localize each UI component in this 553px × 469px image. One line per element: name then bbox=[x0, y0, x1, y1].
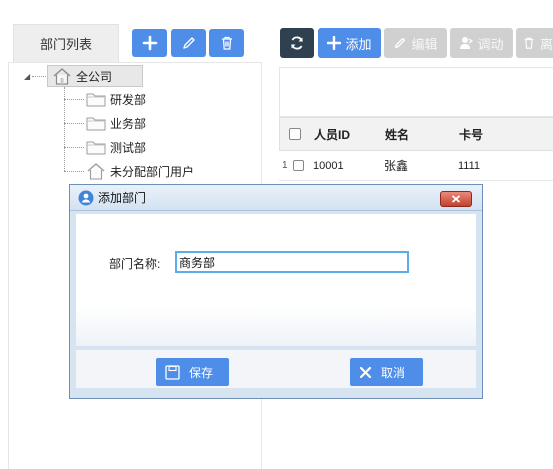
column-header[interactable]: 人员ID bbox=[314, 118, 350, 150]
dialog-title: 添加部门 bbox=[98, 191, 147, 205]
folder-icon bbox=[86, 141, 106, 155]
department-name-input[interactable] bbox=[175, 251, 409, 273]
save-icon bbox=[165, 364, 180, 380]
grid-header: 人员ID 姓名 卡号 bbox=[279, 117, 553, 151]
user-circle-icon bbox=[78, 190, 94, 205]
folder-icon bbox=[86, 93, 106, 107]
cancel-button[interactable]: 取消 bbox=[350, 358, 423, 386]
user-icon bbox=[460, 37, 474, 49]
checkbox-icon bbox=[289, 128, 301, 140]
column-header[interactable]: 卡号 bbox=[459, 118, 483, 150]
add-department-dialog: 添加部门 部门名称: 保存 取消 bbox=[69, 184, 483, 399]
cell-card-number: 1111 bbox=[458, 159, 481, 172]
home-icon bbox=[53, 68, 71, 85]
cell-user-id: 10001 bbox=[313, 159, 344, 172]
delete-department-button[interactable] bbox=[209, 29, 244, 57]
grid-filter-area bbox=[279, 67, 553, 117]
select-all-checkbox[interactable] bbox=[289, 118, 301, 150]
plus-icon bbox=[327, 36, 342, 50]
tab-department-list[interactable]: 部门列表 bbox=[13, 24, 119, 62]
home-icon bbox=[87, 163, 105, 180]
dialog-close-button[interactable] bbox=[440, 191, 472, 207]
pencil-icon bbox=[395, 37, 406, 49]
tree-node-dept[interactable]: 研发部 bbox=[86, 89, 146, 109]
dialog-body bbox=[76, 214, 476, 346]
edit-department-button[interactable] bbox=[171, 29, 206, 57]
refresh-icon bbox=[291, 36, 303, 50]
pencil-icon bbox=[182, 37, 195, 49]
trash-icon bbox=[221, 36, 232, 50]
column-header[interactable]: 姓名 bbox=[385, 118, 409, 150]
tree-node-unassigned[interactable]: 未分配部门用户 bbox=[86, 161, 194, 181]
trash-icon bbox=[524, 37, 534, 49]
tree-expander-icon[interactable]: ◢ bbox=[24, 72, 30, 81]
save-button[interactable]: 保存 bbox=[156, 358, 229, 386]
edit-user-button[interactable]: 编辑 bbox=[384, 28, 447, 58]
leave-user-button[interactable]: 离 bbox=[516, 28, 553, 58]
refresh-button[interactable] bbox=[280, 28, 314, 58]
cell-name: 张鑫 bbox=[384, 159, 409, 173]
add-user-button[interactable]: 添加 bbox=[318, 28, 381, 58]
close-icon bbox=[359, 366, 372, 378]
folder-icon bbox=[86, 117, 106, 131]
row-number: 1 bbox=[282, 160, 288, 171]
checkbox-icon bbox=[293, 160, 304, 171]
dialog-title-bar[interactable]: 添加部门 bbox=[70, 185, 482, 211]
add-department-button[interactable] bbox=[132, 29, 167, 57]
tree-node-dept[interactable]: 业务部 bbox=[86, 113, 146, 133]
table-row[interactable]: 1 10001 张鑫 1111 bbox=[279, 151, 553, 181]
close-icon bbox=[451, 195, 461, 203]
row-checkbox[interactable] bbox=[293, 151, 304, 180]
plus-icon bbox=[142, 35, 157, 51]
tree-node-root[interactable]: 全公司 bbox=[52, 66, 112, 86]
tree-node-dept[interactable]: 测试部 bbox=[86, 137, 146, 157]
transfer-user-button[interactable]: 调动 bbox=[450, 28, 513, 58]
department-name-label: 部门名称: bbox=[109, 257, 161, 271]
